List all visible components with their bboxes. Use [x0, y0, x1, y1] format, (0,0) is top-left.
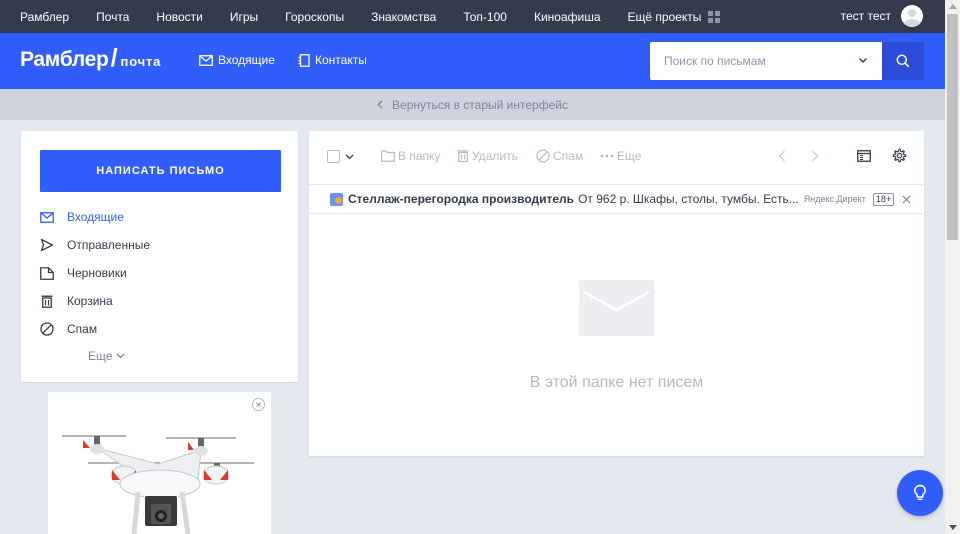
- scroll-down-arrow-icon[interactable]: [949, 525, 957, 530]
- header-inbox-label: Входящие: [218, 53, 275, 67]
- return-old-interface-link[interactable]: Вернуться в старый интерфейс: [0, 89, 945, 120]
- prev-page-button[interactable]: [778, 150, 789, 162]
- sidebar-item-label: Спам: [67, 322, 98, 336]
- top-link-rambler[interactable]: Рамблер: [20, 10, 69, 24]
- move-to-folder-label: В папку: [398, 149, 441, 163]
- search-box: [650, 42, 882, 80]
- sidebar-item-trash[interactable]: Корзина: [39, 287, 150, 315]
- close-icon[interactable]: [252, 398, 265, 411]
- sidebar-item-sent[interactable]: Отправленные: [39, 231, 150, 259]
- spam-icon: [39, 321, 55, 337]
- sidebar-item-label: Корзина: [67, 294, 113, 308]
- delete-label: Удалить: [472, 149, 518, 163]
- select-all-dropdown[interactable]: [327, 150, 357, 163]
- sidebar: НАПИСАТЬ ПИСЬМО Входящие Отправленные Че…: [21, 131, 298, 382]
- search-icon: [896, 54, 910, 68]
- ad-title: Стеллаж-перегородка производитель: [348, 192, 575, 206]
- drone-image: [62, 435, 254, 534]
- ad-source: Яндекс.Директ: [803, 194, 866, 204]
- top-nav: Рамблер Почта Новости Игры Гороскопы Зна…: [0, 10, 747, 24]
- user-name: тест тест: [840, 9, 891, 23]
- age-badge: 18+: [872, 192, 895, 206]
- draft-icon: [39, 265, 55, 281]
- scroll-thumb[interactable]: [947, 14, 958, 240]
- chevron-right-icon: [812, 150, 819, 162]
- ad-banner[interactable]: [48, 392, 271, 534]
- ad-favicon-icon: [330, 192, 343, 206]
- spam-label: Спам: [553, 149, 584, 163]
- top-link-kinoafisha[interactable]: Киноафиша: [534, 10, 601, 24]
- return-old-interface-label: Вернуться в старый интерфейс: [392, 97, 568, 112]
- spam-icon: [536, 149, 550, 163]
- folder-list: Входящие Отправленные Черновики Корзина …: [39, 203, 150, 343]
- sidebar-item-spam[interactable]: Спам: [39, 315, 150, 343]
- top-link-more-projects[interactable]: Ещё проекты: [628, 10, 721, 24]
- delete-button[interactable]: Удалить: [457, 149, 518, 163]
- header: Рамблер / почта Входящие Контакты: [0, 33, 945, 89]
- top-link-horoscopes[interactable]: Гороскопы: [285, 10, 344, 24]
- chevron-down-icon[interactable]: [858, 55, 868, 65]
- top-link-mail[interactable]: Почта: [96, 10, 129, 24]
- grid-icon: [708, 10, 721, 23]
- settings-button[interactable]: [891, 148, 910, 164]
- envelope-icon: [199, 54, 213, 66]
- top-bar: Рамблер Почта Новости Игры Гороскопы Зна…: [0, 0, 945, 33]
- send-icon: [39, 237, 55, 253]
- chevron-down-icon: [116, 353, 125, 359]
- scroll-up-arrow-icon[interactable]: [949, 4, 957, 9]
- toolbar: В папку Удалить Спам Еще: [309, 131, 924, 182]
- more-actions-button[interactable]: Еще: [600, 149, 641, 163]
- next-page-button[interactable]: [811, 150, 822, 162]
- message-list-panel: В папку Удалить Спам Еще Стеллаж-перегор…: [309, 131, 924, 456]
- top-link-games[interactable]: Игры: [230, 10, 258, 24]
- chevron-left-icon: [778, 150, 785, 162]
- sidebar-item-label: Отправленные: [67, 238, 151, 252]
- logo-slash: /: [110, 44, 118, 72]
- logo[interactable]: Рамблер / почта: [20, 46, 161, 72]
- avatar: [901, 5, 923, 27]
- help-button[interactable]: [897, 470, 943, 516]
- envelope-icon: [39, 209, 55, 225]
- header-inbox-link[interactable]: Входящие: [199, 53, 275, 67]
- sidebar-item-drafts[interactable]: Черновики: [39, 259, 150, 287]
- folder-icon: [381, 150, 395, 162]
- empty-folder-text: В этой папке нет писем: [529, 374, 704, 391]
- more-actions-label: Еще: [617, 149, 642, 163]
- top-link-news[interactable]: Новости: [156, 10, 202, 24]
- chevron-left-icon: [377, 100, 383, 109]
- compose-button[interactable]: НАПИСАТЬ ПИСЬМО: [40, 150, 281, 192]
- close-icon[interactable]: [902, 195, 911, 204]
- folders-more-button[interactable]: Еще: [88, 349, 125, 363]
- contacts-icon: [298, 53, 310, 67]
- page-scrollbar[interactable]: [945, 0, 960, 534]
- search-input[interactable]: [650, 42, 840, 80]
- header-contacts-link[interactable]: Контакты: [298, 53, 367, 67]
- logo-brand: Рамблер: [20, 48, 109, 71]
- spam-button[interactable]: Спам: [536, 149, 583, 163]
- sidebar-item-inbox[interactable]: Входящие: [39, 203, 150, 231]
- logo-service: почта: [120, 54, 162, 69]
- select-all-checkbox[interactable]: [327, 150, 340, 163]
- more-projects-label: Ещё проекты: [627, 9, 702, 24]
- top-link-top100[interactable]: Топ-100: [463, 10, 507, 24]
- folders-more-label: Еще: [88, 349, 113, 363]
- gear-icon: [892, 148, 907, 163]
- chevron-down-icon: [345, 154, 354, 159]
- sidebar-item-label: Входящие: [67, 210, 124, 224]
- sidebar-item-label: Черновики: [67, 266, 127, 280]
- search-button[interactable]: [882, 42, 924, 80]
- user-menu[interactable]: тест тест: [841, 5, 923, 27]
- ad-row[interactable]: Стеллаж-перегородка производитель От 962…: [309, 184, 924, 214]
- layout-icon: [857, 150, 871, 162]
- trash-icon: [457, 150, 469, 162]
- trash-icon: [39, 293, 55, 309]
- top-link-dating[interactable]: Знакомства: [371, 10, 436, 24]
- move-to-folder-button[interactable]: В папку: [381, 149, 440, 163]
- lightbulb-icon: [914, 484, 926, 500]
- header-contacts-label: Контакты: [315, 53, 367, 67]
- layout-toggle-button[interactable]: [857, 150, 874, 162]
- ad-text: От 962 р. Шкафы, столы, тумбы. Есть...: [578, 192, 799, 206]
- empty-envelope-icon: [579, 280, 654, 336]
- more-dots-icon: [600, 154, 614, 158]
